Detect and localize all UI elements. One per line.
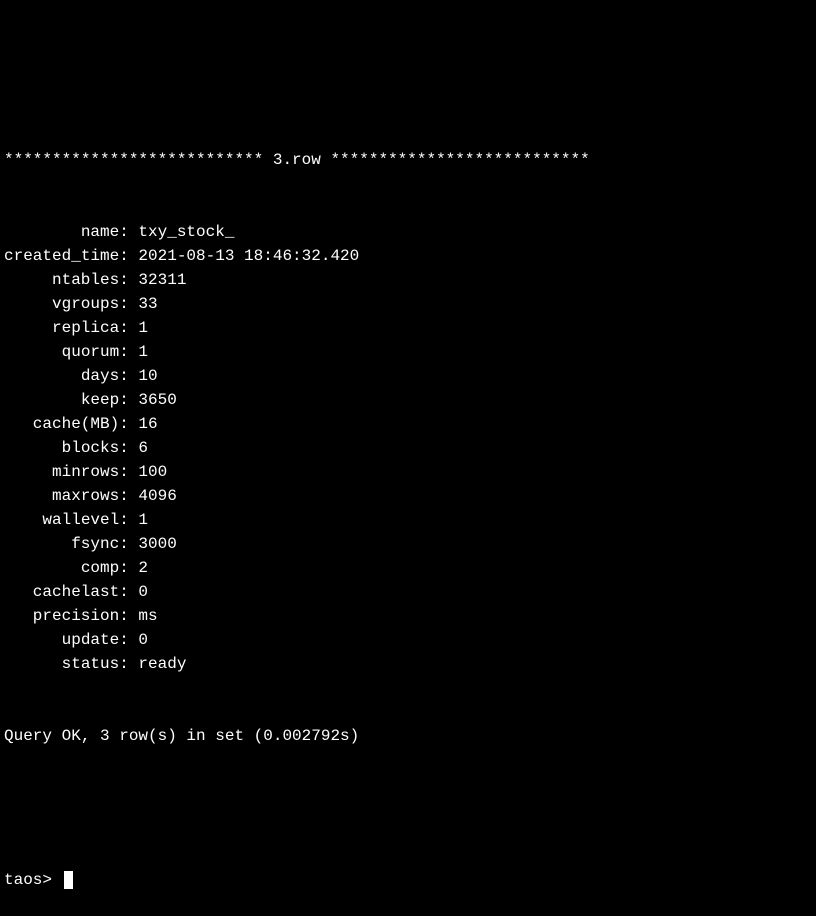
field-value: 16	[138, 415, 157, 433]
field-row: fsync: 3000	[4, 532, 812, 556]
field-key: cache(MB)	[4, 412, 119, 436]
field-row: maxrows: 4096	[4, 484, 812, 508]
field-row: created_time: 2021-08-13 18:46:32.420	[4, 244, 812, 268]
colon: :	[119, 535, 138, 553]
field-key: keep	[4, 388, 119, 412]
field-value: 0	[138, 631, 148, 649]
field-row: cache(MB): 16	[4, 412, 812, 436]
colon: :	[119, 631, 138, 649]
field-value: 3000	[138, 535, 176, 553]
field-key: name	[4, 220, 119, 244]
field-row: vgroups: 33	[4, 292, 812, 316]
prompt-text: taos>	[4, 871, 62, 889]
field-value: 10	[138, 367, 157, 385]
field-value: txy_stock_	[138, 223, 234, 241]
field-row: name: txy_stock_	[4, 220, 812, 244]
field-row: ntables: 32311	[4, 268, 812, 292]
colon: :	[119, 295, 138, 313]
field-key: vgroups	[4, 292, 119, 316]
colon: :	[119, 583, 138, 601]
colon: :	[119, 247, 138, 265]
field-key: precision	[4, 604, 119, 628]
colon: :	[119, 415, 138, 433]
colon: :	[119, 463, 138, 481]
field-key: created_time	[4, 244, 119, 268]
field-row: keep: 3650	[4, 388, 812, 412]
field-key: comp	[4, 556, 119, 580]
colon: :	[119, 343, 138, 361]
field-row: status: ready	[4, 652, 812, 676]
field-row: precision: ms	[4, 604, 812, 628]
field-value: 100	[138, 463, 167, 481]
colon: :	[119, 511, 138, 529]
blank-line	[4, 796, 812, 820]
field-value: 2	[138, 559, 148, 577]
colon: :	[119, 367, 138, 385]
query-summary: Query OK, 3 row(s) in set (0.002792s)	[4, 724, 812, 748]
field-key: ntables	[4, 268, 119, 292]
cursor-icon	[64, 871, 74, 889]
field-row: days: 10	[4, 364, 812, 388]
field-key: update	[4, 628, 119, 652]
colon: :	[119, 271, 138, 289]
field-key: minrows	[4, 460, 119, 484]
field-key: days	[4, 364, 119, 388]
field-row: minrows: 100	[4, 460, 812, 484]
field-row: quorum: 1	[4, 340, 812, 364]
field-key: fsync	[4, 532, 119, 556]
field-key: blocks	[4, 436, 119, 460]
field-row: update: 0	[4, 628, 812, 652]
field-value: 1	[138, 319, 148, 337]
field-value: ready	[138, 655, 186, 673]
colon: :	[119, 223, 138, 241]
colon: :	[119, 607, 138, 625]
field-value: 0	[138, 583, 148, 601]
field-key: maxrows	[4, 484, 119, 508]
colon: :	[119, 319, 138, 337]
field-value: 1	[138, 343, 148, 361]
field-value: 3650	[138, 391, 176, 409]
colon: :	[119, 439, 138, 457]
field-value: 6	[138, 439, 148, 457]
field-key: status	[4, 652, 119, 676]
field-value: 32311	[138, 271, 186, 289]
field-key: cachelast	[4, 580, 119, 604]
prompt-line[interactable]: taos>	[4, 868, 812, 892]
field-row: blocks: 6	[4, 436, 812, 460]
field-value: 2021-08-13 18:46:32.420	[138, 247, 359, 265]
field-value: ms	[138, 607, 157, 625]
terminal-output: *************************** 3.row ******…	[4, 100, 812, 620]
fields-list: name: txy_stock_created_time: 2021-08-13…	[4, 220, 812, 676]
field-row: replica: 1	[4, 316, 812, 340]
colon: :	[119, 655, 138, 673]
field-value: 1	[138, 511, 148, 529]
field-key: wallevel	[4, 508, 119, 532]
field-key: quorum	[4, 340, 119, 364]
field-value: 4096	[138, 487, 176, 505]
colon: :	[119, 559, 138, 577]
field-row: cachelast: 0	[4, 580, 812, 604]
row-separator: *************************** 3.row ******…	[4, 148, 812, 172]
field-row: comp: 2	[4, 556, 812, 580]
field-key: replica	[4, 316, 119, 340]
colon: :	[119, 487, 138, 505]
colon: :	[119, 391, 138, 409]
field-row: wallevel: 1	[4, 508, 812, 532]
field-value: 33	[138, 295, 157, 313]
